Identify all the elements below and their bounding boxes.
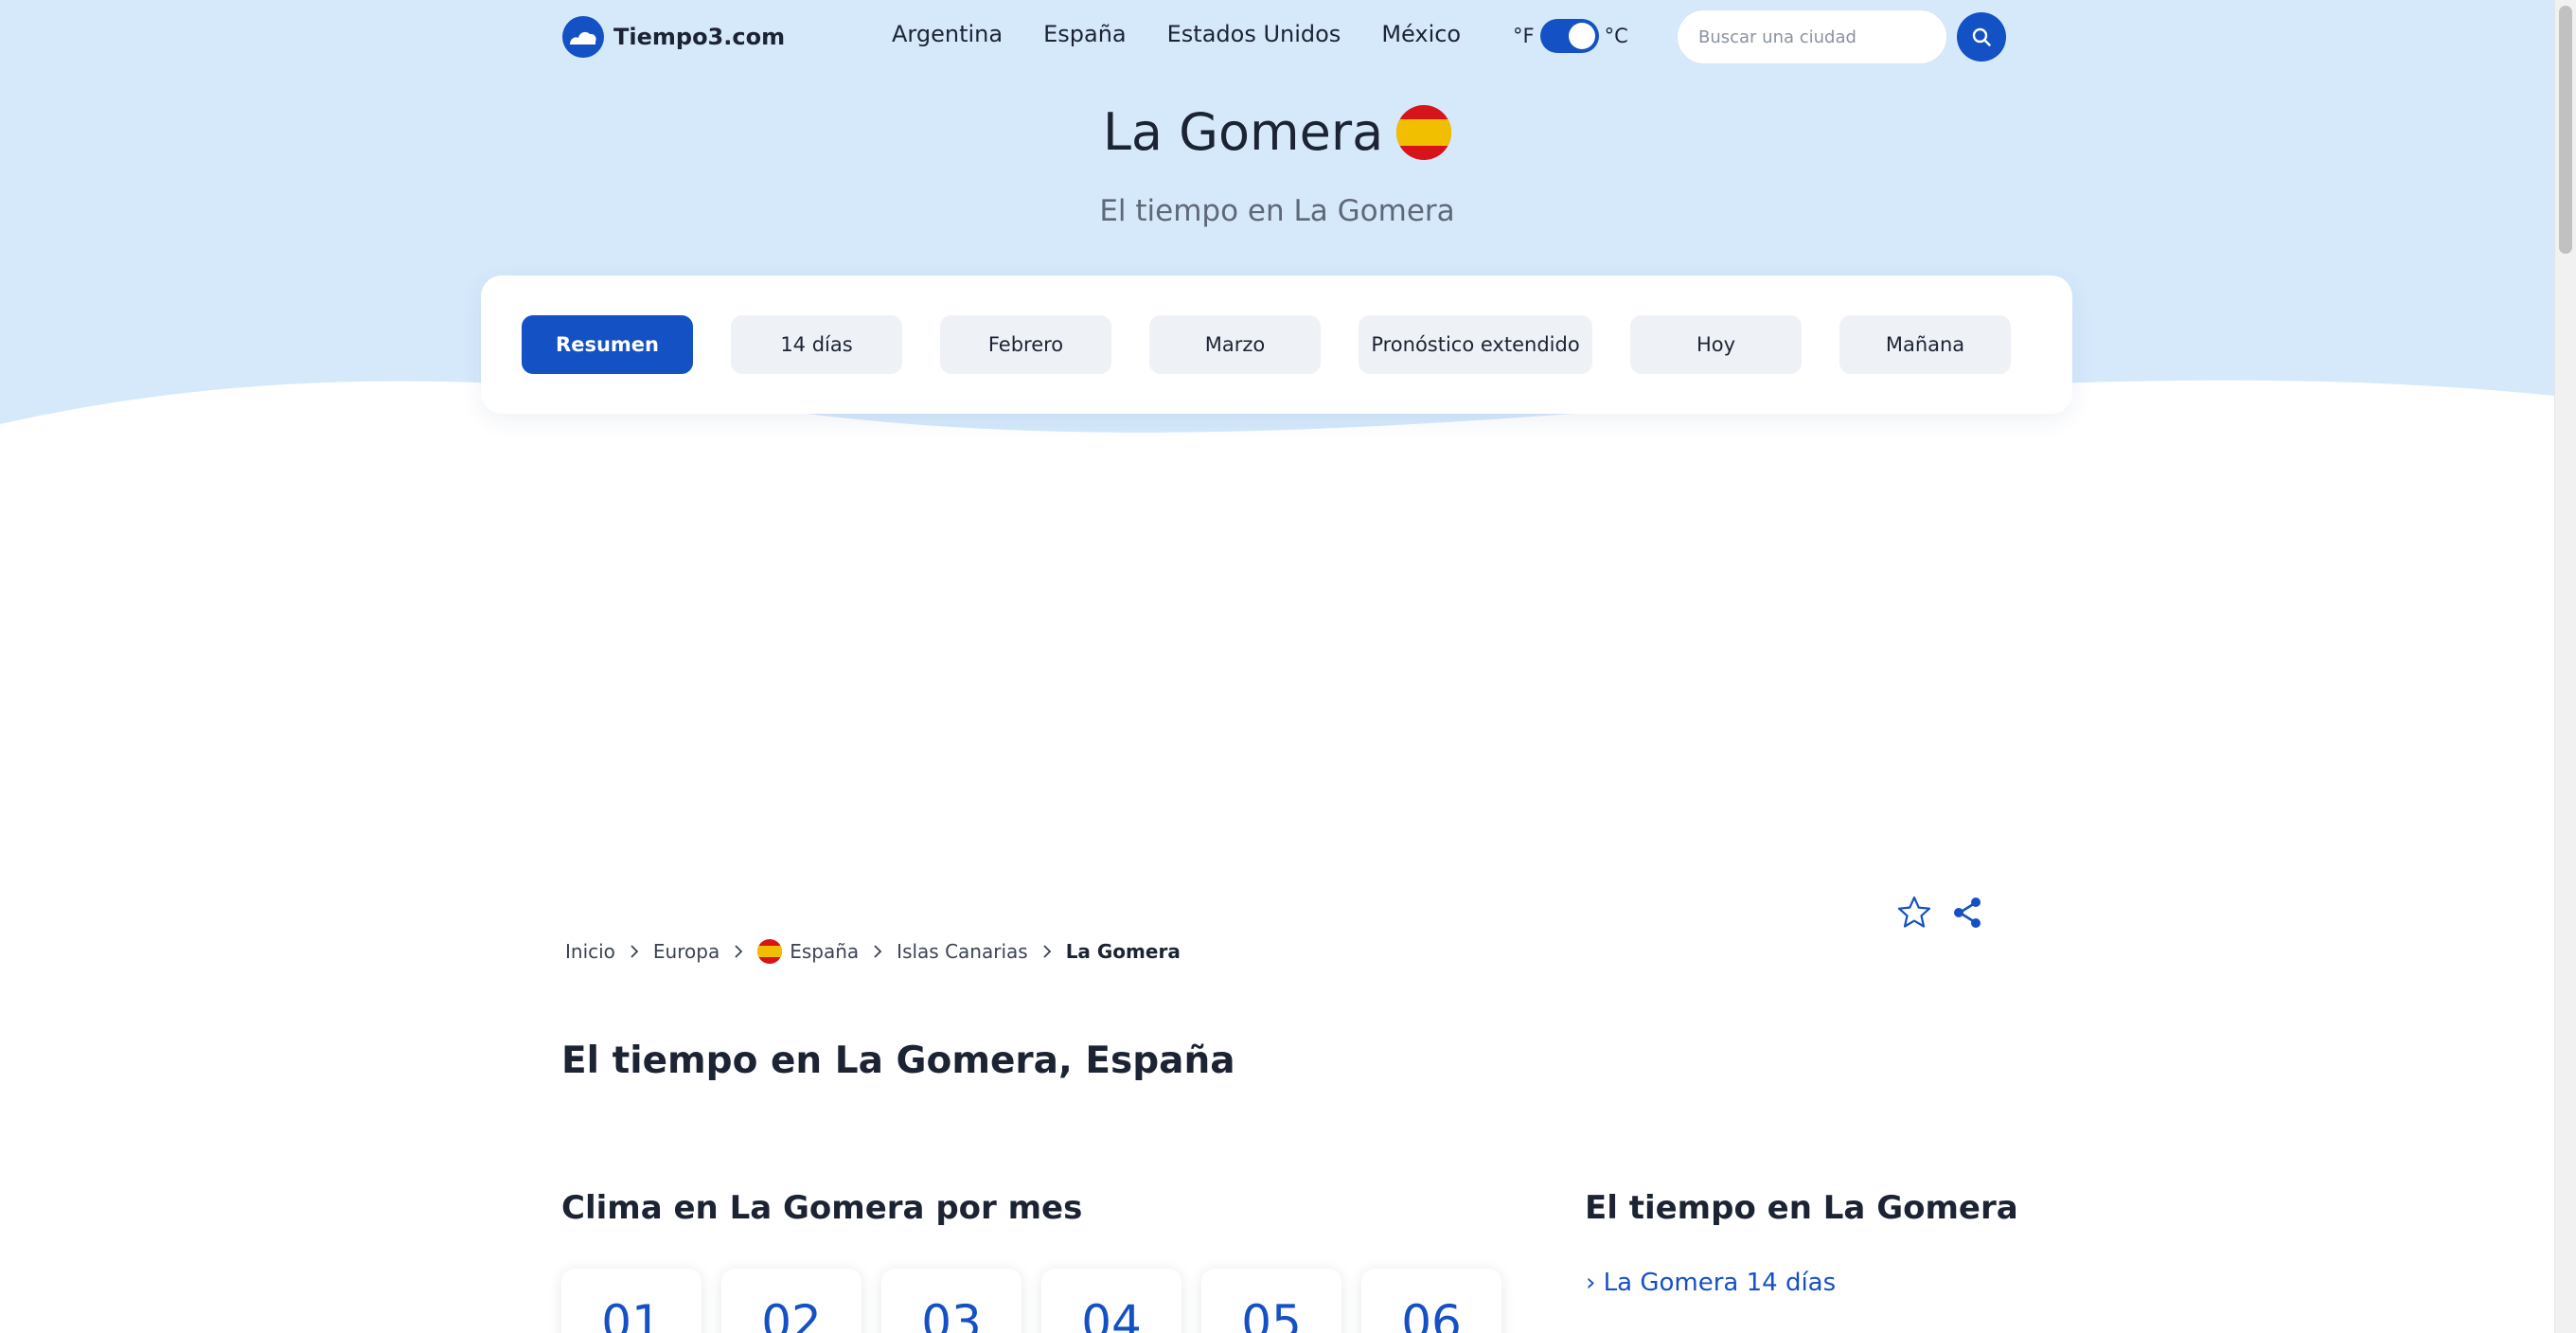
share-icon[interactable] [1948,894,1986,932]
page-actions [1895,894,1986,932]
search-button[interactable] [1957,12,2006,62]
page-subtitle: El tiempo en La Gomera [1099,194,1455,228]
sidebar-link-14-dias[interactable]: › La Gomera 14 días [1586,1269,1836,1297]
tab-hoy[interactable]: Hoy [1630,315,1802,374]
spain-flag-icon [1396,104,1452,160]
country-nav: Argentina España Estados Unidos México [892,21,1461,47]
month-number: 03 [921,1295,982,1333]
tab-14-dias[interactable]: 14 días [731,315,902,374]
site-name: Tiempo3.com [613,24,786,50]
main-heading: El tiempo en La Gomera, España [561,1040,1235,1082]
unit-switch-knob [1568,23,1595,49]
chevron-right-icon [631,945,639,958]
cloud-logo-icon [562,16,604,58]
chevron-right-icon [735,945,743,958]
breadcrumb-current: La Gomera [1065,940,1181,963]
city-search-input[interactable] [1677,9,1947,64]
nav-link-estados-unidos[interactable]: Estados Unidos [1167,21,1341,47]
page-title: La Gomera [0,102,2554,162]
search-icon [1972,27,1991,46]
nav-link-espana[interactable]: España [1043,21,1127,47]
month-number: 02 [761,1295,822,1333]
tab-febrero[interactable]: Febrero [940,315,1111,374]
month-card-06[interactable]: 06 [1361,1269,1501,1333]
fahrenheit-label: °F [1513,25,1535,47]
sidebar-heading: El tiempo en La Gomera [1585,1189,2018,1227]
months-heading: Clima en La Gomera por mes [561,1189,1083,1227]
forecast-tabs: Resumen 14 días Febrero Marzo Pronóstico… [481,275,2072,414]
month-card-05[interactable]: 05 [1201,1269,1341,1333]
breadcrumb: Inicio Europa España Islas Canarias La G… [565,939,1181,964]
spain-flag-icon [757,939,783,964]
breadcrumb-europa[interactable]: Europa [653,940,720,963]
nav-link-mexico[interactable]: México [1381,21,1461,47]
breadcrumb-islas-canarias[interactable]: Islas Canarias [897,940,1028,963]
breadcrumb-inicio[interactable]: Inicio [565,940,615,963]
month-number: 05 [1241,1295,1302,1333]
month-card-02[interactable]: 02 [721,1269,862,1333]
month-number: 01 [601,1295,662,1333]
month-number: 04 [1081,1295,1142,1333]
month-number: 06 [1401,1295,1462,1333]
tab-marzo[interactable]: Marzo [1149,315,1321,374]
breadcrumb-espana[interactable]: España [757,939,859,964]
tab-manana[interactable]: Mañana [1839,315,2011,374]
site-logo[interactable]: Tiempo3.com [560,13,785,61]
month-card-04[interactable]: 04 [1041,1269,1181,1333]
star-icon[interactable] [1895,894,1933,932]
month-card-01[interactable]: 01 [561,1269,702,1333]
tab-resumen[interactable]: Resumen [522,315,693,374]
month-cards: 01 02 03 04 05 06 [561,1269,1501,1333]
unit-switch[interactable] [1539,19,1599,53]
city-name: La Gomera [1102,102,1384,162]
scrollbar-thumb[interactable] [2559,6,2572,254]
tab-pronostico-extendido[interactable]: Pronóstico extendido [1359,315,1592,374]
chevron-right-icon [874,945,882,958]
nav-link-argentina[interactable]: Argentina [892,21,1003,47]
celsius-label: °C [1604,25,1628,47]
month-card-03[interactable]: 03 [881,1269,1022,1333]
breadcrumb-espana-label: España [790,940,860,963]
page-scrollbar[interactable] [2554,0,2576,1333]
temperature-unit-toggle: °F °C [1513,19,1628,53]
chevron-right-icon [1043,945,1051,958]
